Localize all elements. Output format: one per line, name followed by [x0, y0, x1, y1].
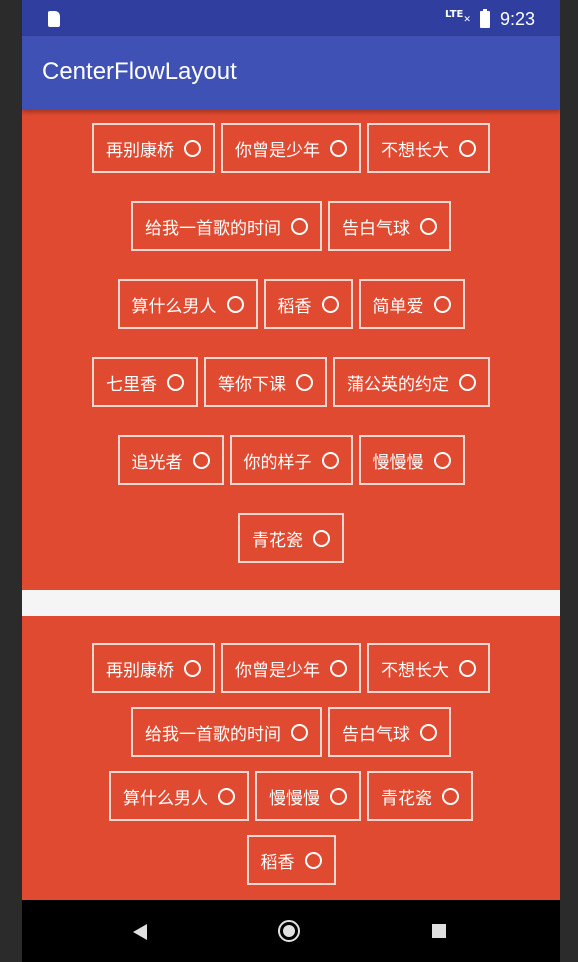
tag-item[interactable]: 蒲公英的约定 [333, 357, 490, 407]
sd-card-icon [48, 11, 60, 27]
tag-item[interactable]: 你曾是少年 [221, 643, 361, 693]
tag-item[interactable]: 告白气球 [328, 201, 451, 251]
radio-icon[interactable] [184, 139, 201, 157]
battery-icon [480, 9, 490, 28]
tag-label: 慢慢慢 [269, 788, 320, 809]
app-bar: CenterFlowLayout [22, 36, 560, 110]
tag-label: 不想长大 [381, 140, 449, 161]
tag-item[interactable]: 给我一首歌的时间 [131, 201, 322, 251]
tag-item[interactable]: 不想长大 [367, 123, 490, 173]
recents-icon[interactable] [432, 924, 446, 938]
radio-icon[interactable] [433, 451, 451, 469]
tag-row: 青花瓷 [22, 513, 560, 563]
tag-label: 简单爱 [372, 296, 424, 317]
radio-icon[interactable] [304, 851, 322, 869]
radio-icon[interactable] [184, 659, 201, 677]
radio-icon[interactable] [321, 295, 339, 313]
phone-screen: LTE✕ 9:23 CenterFlowLayout 再别康桥 你曾是少年 不想… [22, 0, 560, 962]
tag-label: 慢慢慢 [372, 452, 424, 473]
tag-item[interactable]: 七里香 [92, 357, 198, 407]
radio-icon[interactable] [192, 451, 210, 469]
radio-icon[interactable] [330, 787, 347, 805]
tag-item[interactable]: 给我一首歌的时间 [131, 707, 322, 757]
network-label: LTE [445, 9, 464, 20]
tag-item[interactable]: 再别康桥 [92, 643, 215, 693]
tag-label: 稻香 [260, 852, 295, 873]
flow-layout-panel-1: 再别康桥 你曾是少年 不想长大 给我一首歌的时间 告白气球 算什么男人 稻香 简… [22, 110, 560, 590]
radio-icon[interactable] [330, 139, 347, 157]
radio-icon[interactable] [330, 659, 347, 677]
radio-icon[interactable] [459, 373, 476, 391]
tag-item[interactable]: 青花瓷 [367, 771, 473, 821]
tag-label: 你曾是少年 [235, 660, 320, 681]
home-icon[interactable] [278, 920, 300, 942]
navigation-bar [22, 900, 560, 962]
tag-item[interactable]: 慢慢慢 [255, 771, 361, 821]
tag-label: 七里香 [106, 374, 157, 395]
radio-icon[interactable] [291, 217, 308, 235]
tag-item[interactable]: 稻香 [246, 835, 336, 885]
tag-label: 青花瓷 [381, 788, 432, 809]
radio-icon[interactable] [313, 529, 330, 547]
tag-item[interactable]: 你曾是少年 [221, 123, 361, 173]
radio-icon[interactable] [459, 659, 476, 677]
tag-row: 算什么男人 慢慢慢 青花瓷 [22, 771, 560, 821]
tag-item[interactable]: 再别康桥 [92, 123, 215, 173]
tag-item[interactable]: 追光者 [117, 435, 224, 485]
tag-label: 等你下课 [218, 374, 286, 395]
tag-item[interactable]: 告白气球 [328, 707, 451, 757]
radio-icon[interactable] [291, 723, 308, 741]
tag-item[interactable]: 青花瓷 [238, 513, 344, 563]
tag-row: 给我一首歌的时间 告白气球 [22, 201, 560, 251]
radio-icon[interactable] [296, 373, 313, 391]
radio-icon[interactable] [420, 217, 437, 235]
tag-item[interactable]: 慢慢慢 [358, 435, 465, 485]
tag-label: 算什么男人 [131, 296, 217, 317]
tag-label: 给我一首歌的时间 [145, 218, 281, 239]
tag-label: 再别康桥 [106, 660, 174, 681]
tag-item[interactable]: 你的样子 [229, 435, 353, 485]
tag-item[interactable]: 不想长大 [367, 643, 490, 693]
tag-label: 再别康桥 [106, 140, 174, 161]
flow-layout-panel-2: 再别康桥 你曾是少年 不想长大 给我一首歌的时间 告白气球 算什么男人 慢慢慢 … [22, 616, 560, 900]
status-time: 9:23 [500, 9, 536, 29]
radio-icon[interactable] [321, 451, 339, 469]
radio-icon[interactable] [433, 295, 451, 313]
tag-label: 你的样子 [243, 452, 312, 473]
status-bar: LTE✕ 9:23 [22, 0, 560, 36]
tag-label: 你曾是少年 [235, 140, 320, 161]
radio-icon[interactable] [420, 723, 437, 741]
tag-row: 给我一首歌的时间 告白气球 [22, 707, 560, 757]
radio-icon[interactable] [442, 787, 459, 805]
tag-row: 七里香 等你下课 蒲公英的约定 [22, 357, 560, 407]
tag-item[interactable]: 简单爱 [358, 279, 465, 329]
tag-row: 稻香 [22, 835, 560, 885]
tag-label: 蒲公英的约定 [347, 374, 449, 395]
radio-icon[interactable] [167, 373, 184, 391]
tag-row: 再别康桥 你曾是少年 不想长大 [22, 643, 560, 693]
radio-icon[interactable] [459, 139, 476, 157]
tag-item[interactable]: 等你下课 [204, 357, 327, 407]
tag-row: 再别康桥 你曾是少年 不想长大 [22, 123, 560, 173]
tag-label: 给我一首歌的时间 [145, 724, 281, 745]
tag-label: 告白气球 [342, 218, 410, 239]
tag-label: 青花瓷 [252, 530, 303, 551]
tag-label: 追光者 [131, 452, 183, 473]
tag-label: 不想长大 [381, 660, 449, 681]
app-title: CenterFlowLayout [42, 58, 237, 85]
tag-row: 算什么男人 稻香 简单爱 [22, 279, 560, 329]
radio-icon[interactable] [218, 787, 235, 805]
tag-item[interactable]: 算什么男人 [117, 279, 258, 329]
tag-item[interactable]: 稻香 [263, 279, 353, 329]
tag-label: 算什么男人 [123, 788, 208, 809]
tag-item[interactable]: 算什么男人 [109, 771, 249, 821]
radio-icon[interactable] [226, 295, 244, 313]
back-icon[interactable] [133, 924, 147, 940]
tag-row: 追光者 你的样子 慢慢慢 [22, 435, 560, 485]
tag-label: 稻香 [277, 296, 312, 317]
lte-signal-icon: LTE✕ [445, 9, 471, 25]
tag-label: 告白气球 [342, 724, 410, 745]
